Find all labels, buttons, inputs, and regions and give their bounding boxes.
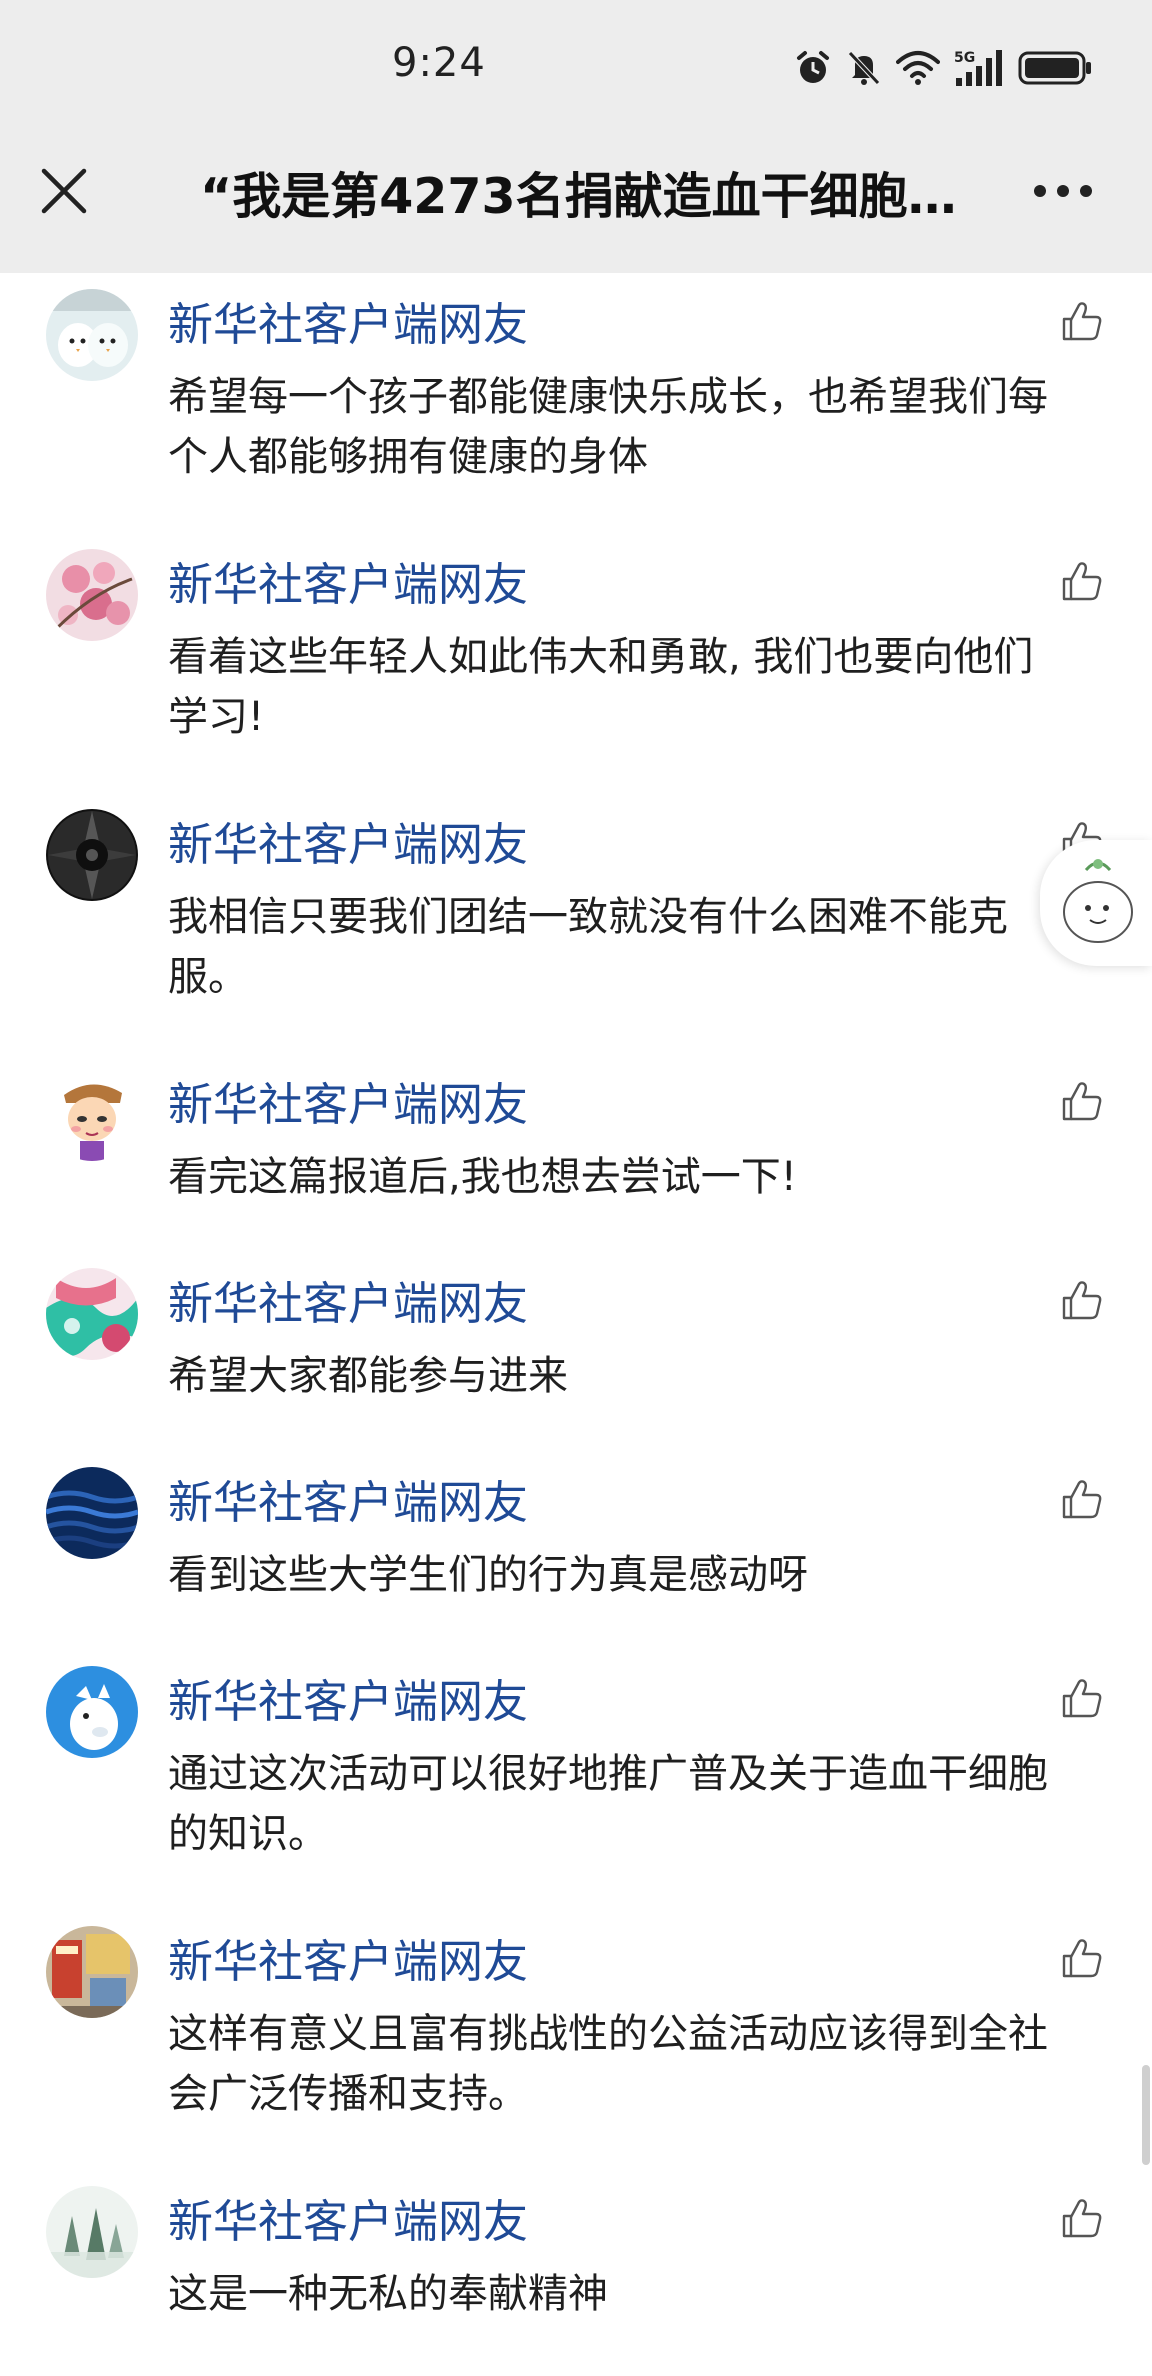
5g-signal-icon: 5G xyxy=(954,50,1002,86)
floating-widget[interactable] xyxy=(1040,840,1152,966)
comment-text: 这样有意义且富有挑战性的公益活动应该得到全社会广泛传播和支持。 xyxy=(168,2011,1048,2117)
thumbs-up-icon[interactable] xyxy=(1060,2196,1104,2240)
comment-username[interactable]: 新华社客户端网友 xyxy=(168,2192,528,2252)
thumbs-up-icon[interactable] xyxy=(1060,1477,1104,1521)
street-shop-avatar[interactable] xyxy=(46,1926,138,2018)
snow-birds-avatar[interactable] xyxy=(46,289,138,381)
paint-splash-avatar[interactable] xyxy=(46,1268,138,1360)
pink-blossom-avatar[interactable] xyxy=(46,549,138,641)
thumbs-up-icon[interactable] xyxy=(1060,1936,1104,1980)
black-vinyl-avatar[interactable] xyxy=(46,809,138,901)
comment-username[interactable]: 新华社客户端网友 xyxy=(168,295,528,355)
status-icons: 5G xyxy=(794,44,1092,92)
comment-item: 新华社客户端网友 通过这次活动可以很好地推广普及关于造血干细胞的知识。 xyxy=(0,1666,1152,1896)
thumbs-up-icon[interactable] xyxy=(1060,1278,1104,1322)
thumbs-up-icon[interactable] xyxy=(1060,1079,1104,1123)
comment-text: 这是一种无私的奉献精神 xyxy=(168,2271,608,2317)
comment-username[interactable]: 新华社客户端网友 xyxy=(168,815,528,875)
alarm-icon xyxy=(797,51,829,83)
deep-water-avatar[interactable] xyxy=(46,1467,138,1559)
app-header: 9:24 5G “我是第4273名捐献造血干细胞的 xyxy=(0,0,1152,273)
thumbs-up-icon[interactable] xyxy=(1060,1676,1104,1720)
mute-bell-icon xyxy=(848,51,880,85)
cartoon-rhino-avatar[interactable] xyxy=(46,1666,138,1758)
comment-username[interactable]: 新华社客户端网友 xyxy=(168,1932,528,1992)
status-bar: 9:24 5G xyxy=(0,0,1152,135)
comment-item: 新华社客户端网友 看到这些大学生们的行为真是感动呀 xyxy=(0,1467,1152,1637)
thumbs-up-icon[interactable] xyxy=(1060,299,1104,343)
comment-item: 新华社客户端网友 看着这些年轻人如此伟大和勇敢, 我们也要向他们学习! xyxy=(0,549,1152,779)
comment-item: 新华社客户端网友 希望每一个孩子都能健康快乐成长，也希望我们每个人都能够拥有健康… xyxy=(0,289,1152,519)
comment-username[interactable]: 新华社客户端网友 xyxy=(168,1075,528,1135)
close-icon xyxy=(41,168,87,214)
comment-list[interactable]: 新华社客户端网友 希望每一个孩子都能健康快乐成长，也希望我们每个人都能够拥有健康… xyxy=(0,273,1152,2376)
comment-username[interactable]: 新华社客户端网友 xyxy=(168,555,528,615)
more-button[interactable] xyxy=(1020,157,1106,225)
comment-text: 看到这些大学生们的行为真是感动呀 xyxy=(168,1552,808,1598)
comment-text: 我相信只要我们团结一致就没有什么困难不能克服。 xyxy=(168,894,1008,1000)
comment-item: 新华社客户端网友 这是一种无私的奉献精神 xyxy=(0,2186,1152,2356)
more-icon-dot xyxy=(1034,185,1046,197)
more-icon-dot xyxy=(1057,185,1069,197)
comment-item: 新华社客户端网友 看完这篇报道后,我也想去尝试一下! xyxy=(0,1069,1152,1239)
page-title: “我是第4273名捐献造血干细胞的志愿者” xyxy=(200,168,960,225)
comment-text: 看完这篇报道后,我也想去尝试一下! xyxy=(168,1154,797,1200)
svg-text:5G: 5G xyxy=(954,50,975,66)
comment-username[interactable]: 新华社客户端网友 xyxy=(168,1672,528,1732)
wifi-icon xyxy=(896,51,940,85)
battery-icon xyxy=(1018,51,1091,85)
status-time: 9:24 xyxy=(392,40,486,86)
more-icon-dot xyxy=(1080,185,1092,197)
comment-username[interactable]: 新华社客户端网友 xyxy=(168,1274,528,1334)
comment-username[interactable]: 新华社客户端网友 xyxy=(168,1473,528,1533)
misty-forest-avatar[interactable] xyxy=(46,2186,138,2278)
scrollbar[interactable] xyxy=(1142,2065,1150,2165)
comment-text: 希望大家都能参与进来 xyxy=(168,1353,568,1399)
comment-text: 通过这次活动可以很好地推广普及关于造血干细胞的知识。 xyxy=(168,1751,1048,1857)
comment-text: 希望每一个孩子都能健康快乐成长，也希望我们每个人都能够拥有健康的身体 xyxy=(168,374,1048,480)
cartoon-mascot-icon xyxy=(1063,859,1133,943)
title-bar: “我是第4273名捐献造血干细胞的志愿者” xyxy=(0,135,1152,273)
comment-item: 新华社客户端网友 希望大家都能参与进来 xyxy=(0,1268,1152,1438)
comment-text: 看着这些年轻人如此伟大和勇敢, 我们也要向他们学习! xyxy=(168,634,1034,740)
comment-item: 新华社客户端网友 我相信只要我们团结一致就没有什么困难不能克服。 xyxy=(0,809,1152,1039)
close-button[interactable] xyxy=(30,157,98,225)
cartoon-boy-avatar[interactable] xyxy=(46,1069,138,1161)
thumbs-up-icon[interactable] xyxy=(1060,559,1104,603)
comment-item: 新华社客户端网友 这样有意义且富有挑战性的公益活动应该得到全社会广泛传播和支持。 xyxy=(0,1926,1152,2156)
